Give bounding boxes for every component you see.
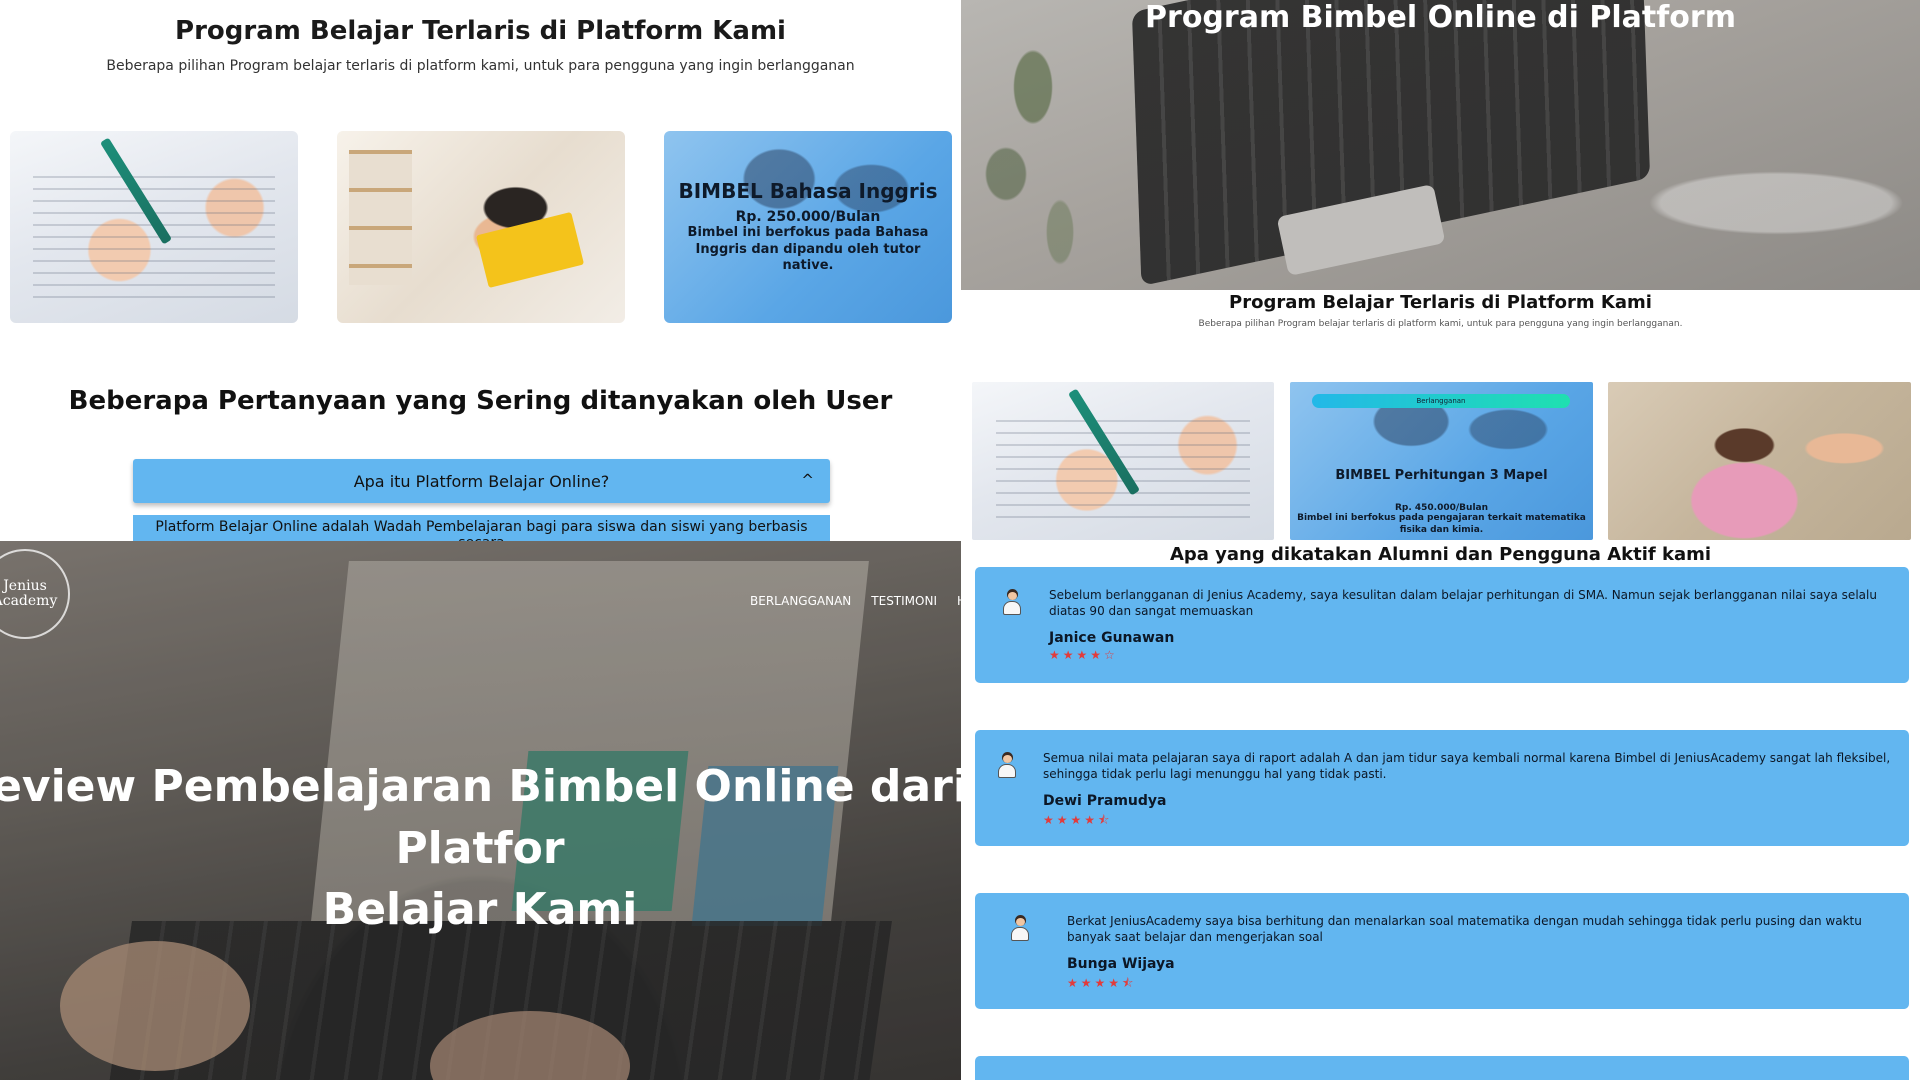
star-rating: ★★★★⯪ xyxy=(1043,813,1113,827)
answer-sheet-image xyxy=(33,165,275,304)
nav-item-berlangganan[interactable]: BERLANGGANAN xyxy=(750,594,851,608)
faq-question-text: Apa itu Platform Belajar Online? xyxy=(353,471,610,491)
bookshelf-image xyxy=(348,150,412,285)
program-price: Rp. 450.000/Bulan xyxy=(1394,503,1489,513)
program-card-math[interactable]: Berlangganan BIMBEL Perhitungan 3 Mapel … xyxy=(1290,382,1593,540)
top-nav: BERLANGGANAN TESTIMONI H xyxy=(750,594,961,608)
star-rating: ★★★★☆ xyxy=(1049,648,1118,662)
program-card-math-overlay: BIMBEL Perhitungan 3 Mapel Rp. 450.000/B… xyxy=(1290,468,1593,536)
testimonial-name: Janice Gunawan xyxy=(1049,630,1175,646)
faq-question-toggle[interactable]: Apa itu Platform Belajar Online? ^ xyxy=(133,459,830,503)
program-name: BIMBEL Bahasa Inggris xyxy=(678,178,938,203)
plant-image xyxy=(961,0,1141,290)
avatar xyxy=(1000,589,1024,617)
section-title: Program Belajar Terlaris di Platform Kam… xyxy=(175,16,786,46)
program-card-exam[interactable] xyxy=(972,382,1274,540)
avatar xyxy=(1008,915,1032,943)
testimonial-name: Dewi Pramudya xyxy=(1043,793,1167,809)
hero-heading-line1: eview Pembelajaran Bimbel Online dari Pl… xyxy=(0,761,961,874)
nav-item-testimoni[interactable]: TESTIMONI xyxy=(871,594,937,608)
faq-answer: Platform Belajar Online adalah Wadah Pem… xyxy=(133,515,830,541)
star-rating: ★★★★⯪ xyxy=(1067,976,1137,990)
program-name: BIMBEL Perhitungan 3 Mapel xyxy=(1335,468,1548,483)
testimonial-text: Sebelum berlangganan di Jenius Academy, … xyxy=(1049,588,1877,619)
testimonial-text: Semua nilai mata pelajaran saya di rapor… xyxy=(1043,751,1891,782)
bimbel-online-panel: Program Bimbel Online di Platform Progra… xyxy=(961,0,1920,1080)
testimonial-name: Bunga Wijaya xyxy=(1067,956,1175,972)
hero-background-image xyxy=(961,0,1920,290)
hero-heading-line2: Belajar Kami xyxy=(322,884,638,936)
avatar xyxy=(995,752,1019,780)
program-card-english-overlay: BIMBEL Bahasa Inggris Rp. 250.000/Bulan … xyxy=(664,131,952,323)
review-hero-panel: Jenius Academy BERLANGGANAN TESTIMONI H … xyxy=(0,541,961,1080)
program-card-tutor[interactable] xyxy=(1608,382,1911,540)
bestseller-programs-panel: Program Belajar Terlaris di Platform Kam… xyxy=(0,0,961,541)
program-description: Bimbel ini berfokus pada pengajaran terk… xyxy=(1297,513,1586,535)
testimonials-title: Apa yang dikatakan Alumni dan Pengguna A… xyxy=(1169,544,1712,565)
program-description: Bimbel ini berfokus pada Bahasa Inggris … xyxy=(687,224,929,274)
testimonial-card: Semua nilai mata pelajaran saya di rapor… xyxy=(975,730,1909,846)
program-card-english[interactable]: BIMBEL Bahasa Inggris Rp. 250.000/Bulan … xyxy=(664,131,952,323)
section-subtitle: Beberapa pilihan Program belajar terlari… xyxy=(106,58,855,74)
brand-logo-text: Jenius Academy xyxy=(0,578,58,609)
program-price: Rp. 250.000/Bulan xyxy=(735,208,881,225)
hero-heading: eview Pembelajaran Bimbel Online dari Pl… xyxy=(0,756,961,941)
yellow-book-image xyxy=(475,212,584,288)
testimonial-card-partial xyxy=(975,1056,1909,1080)
faq-title: Beberapa Pertanyaan yang Sering ditanyak… xyxy=(68,386,893,416)
hero-heading: Program Bimbel Online di Platform xyxy=(1145,0,1736,35)
testimonial-text: Berkat JeniusAcademy saya bisa berhitung… xyxy=(1067,914,1862,945)
subscribe-button[interactable]: Berlangganan xyxy=(1312,394,1570,408)
program-card-reading[interactable] xyxy=(337,131,625,323)
program-card-exam[interactable] xyxy=(10,131,298,323)
section-title: Program Belajar Terlaris di Platform Kam… xyxy=(1229,292,1652,313)
testimonial-card: Sebelum berlangganan di Jenius Academy, … xyxy=(975,567,1909,683)
chevron-up-icon: ^ xyxy=(801,471,814,489)
section-subtitle: Beberapa pilihan Program belajar terlari… xyxy=(1198,319,1683,329)
testimonial-card: Berkat JeniusAcademy saya bisa berhitung… xyxy=(975,893,1909,1009)
